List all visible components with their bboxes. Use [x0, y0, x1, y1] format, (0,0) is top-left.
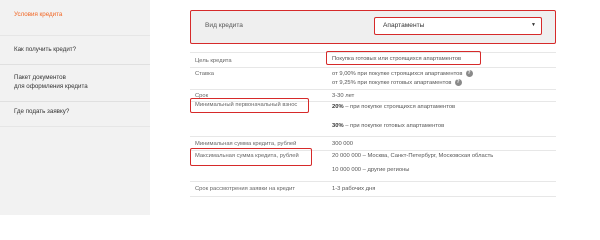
down-payment-line2-text: – при покупке готовых апартаментов	[343, 123, 445, 129]
row-divider	[190, 67, 556, 68]
sidebar: Условия кредита Как получить кредит? Пак…	[0, 0, 150, 215]
sidebar-item-label-line1: Пакет документов	[14, 74, 66, 81]
down-payment-line1-percent: 20%	[332, 104, 344, 110]
row-divider	[190, 181, 556, 182]
row-divider	[190, 136, 556, 137]
down-payment-value-line1: 20% – при покупке строящихся апартаменто…	[332, 103, 455, 111]
sidebar-filler	[0, 128, 150, 215]
sidebar-item-label: Как получить кредит?	[14, 46, 77, 53]
min-amount-value: 300 000	[332, 141, 353, 147]
down-payment-line1-text: – при покупке строящихся апартаментов	[343, 104, 456, 110]
sidebar-item-label: Условия кредита	[14, 11, 63, 18]
term-value: 3-30 лет	[332, 93, 355, 99]
loan-kind-label: Вид кредита	[205, 22, 243, 29]
loan-kind-select[interactable]: Апартаменты ▼	[374, 17, 542, 35]
sidebar-item-how-to-get[interactable]: Как получить кредит?	[0, 37, 150, 65]
row-divider	[190, 89, 556, 90]
max-amount-label: Максимальная сумма кредита, рублей	[195, 153, 299, 159]
rate-value-line1: от 9,00% при покупке строящихся апартаме…	[332, 70, 473, 78]
row-divider	[190, 196, 556, 197]
help-icon[interactable]: ?	[465, 70, 473, 77]
help-icon[interactable]: ?	[454, 79, 462, 86]
sidebar-item-loan-terms[interactable]: Условия кредита	[0, 0, 150, 36]
sidebar-item-label-line2: для оформления кредита	[14, 83, 88, 90]
max-amount-value-line1: 20 000 000 – Москва, Санкт-Петербург, Мо…	[332, 153, 494, 159]
purpose-label: Цель кредита	[195, 58, 232, 64]
main-content: Вид кредита Апартаменты ▼ Цель кредита П…	[150, 0, 600, 215]
rate-line1-text: от 9,00% при покупке строящихся апартаме…	[332, 71, 463, 78]
down-payment-label: Минимальный первоначальный взнос	[195, 102, 298, 108]
loan-kind-panel: Вид кредита Апартаменты ▼	[190, 10, 556, 44]
rate-value-line2: от 9,25% при покупке готовых апартаменто…	[332, 79, 462, 87]
sidebar-item-documents[interactable]: Пакет документов для оформления кредита	[0, 66, 150, 102]
max-amount-value-line2: 10 000 000 – другие регионы	[332, 167, 410, 173]
purpose-value: Покупка готовых или строящихся апартамен…	[332, 56, 462, 62]
rate-line2-text: от 9,25% при покупке готовых апартаменто…	[332, 80, 452, 87]
min-amount-label: Минимальная сумма кредита, рублей	[195, 141, 297, 147]
chevron-down-icon: ▼	[531, 22, 536, 28]
review-value: 1-3 рабочих дня	[332, 186, 376, 192]
sidebar-item-where-to-apply[interactable]: Где подать заявку?	[0, 103, 150, 127]
down-payment-value-line2: 30% – при покупке готовых апартаментов	[332, 122, 444, 130]
sidebar-item-label: Где подать заявку?	[14, 108, 70, 115]
loan-kind-selected-value: Апартаменты	[383, 22, 425, 29]
down-payment-line2-percent: 30%	[332, 123, 344, 129]
review-label: Срок рассмотрения заявки на кредит	[195, 186, 296, 192]
rate-label: Ставка	[195, 71, 214, 77]
